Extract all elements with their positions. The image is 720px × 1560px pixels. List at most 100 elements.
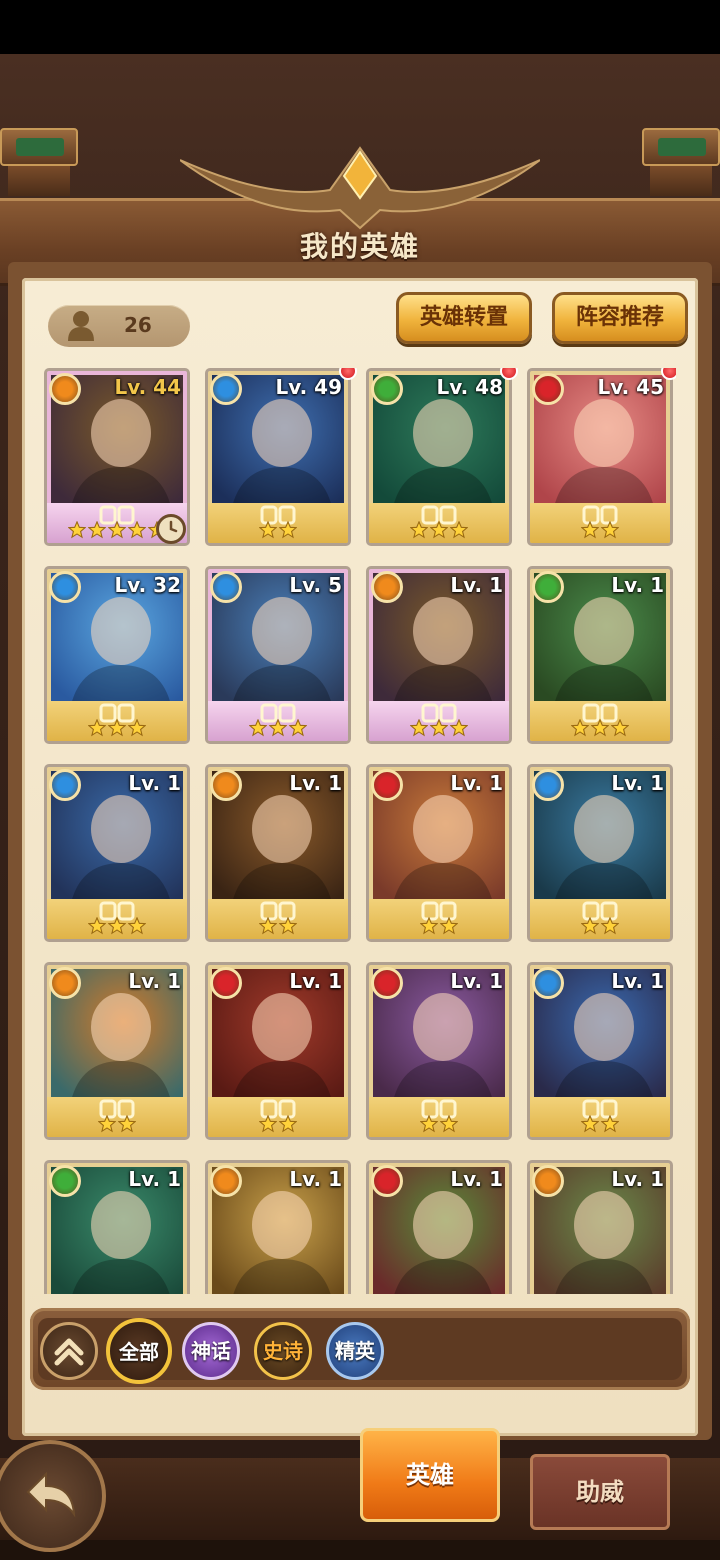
storm-element-icon xyxy=(371,1165,403,1197)
star-rating xyxy=(369,1114,509,1135)
star-icon xyxy=(419,916,439,935)
star-icon xyxy=(278,520,298,539)
crest-ornament-icon xyxy=(180,146,540,230)
star-rating xyxy=(47,916,187,937)
notification-dot xyxy=(500,368,518,380)
star-rating xyxy=(208,520,348,541)
star-icon xyxy=(87,718,107,737)
star-icon xyxy=(580,1114,600,1133)
hero-level: Lv. 1 xyxy=(289,771,342,795)
hero-card[interactable]: Lv. 1 xyxy=(44,962,190,1140)
back-arrow-icon xyxy=(26,1471,76,1518)
nature-element-icon xyxy=(532,571,564,603)
tab-hero[interactable]: 英雄 xyxy=(360,1428,500,1522)
hero-grid: Lv. 44 Lv. 49 Lv. 48 Lv. 45 Lv. 32 Lv. 5 Lv. 1… xyxy=(44,368,676,1294)
hero-card[interactable]: Lv. 49 xyxy=(205,368,351,546)
hero-card[interactable]: Lv. 48 xyxy=(366,368,512,546)
storm-element-icon xyxy=(532,373,564,405)
star-icon xyxy=(258,1114,278,1133)
fire-element-icon xyxy=(532,1165,564,1197)
star-rating xyxy=(369,916,509,937)
fire-element-icon xyxy=(371,571,403,603)
fire-element-icon xyxy=(49,967,81,999)
fire-element-icon xyxy=(210,1165,242,1197)
hero-card[interactable]: Lv. 1 xyxy=(527,566,673,744)
star-icon xyxy=(580,916,600,935)
star-rating xyxy=(47,718,187,739)
hero-level: Lv. 1 xyxy=(611,771,664,795)
water-element-icon xyxy=(532,967,564,999)
star-icon xyxy=(248,718,268,737)
star-rating xyxy=(208,916,348,937)
nature-element-icon xyxy=(371,373,403,405)
hero-card[interactable]: Lv. 1 xyxy=(44,1160,190,1294)
star-icon xyxy=(600,520,620,539)
star-icon xyxy=(107,520,127,539)
clock-icon xyxy=(156,514,186,544)
filter-all-button[interactable]: 全部 xyxy=(106,1318,172,1384)
star-rating xyxy=(530,718,670,739)
star-icon xyxy=(419,1114,439,1133)
star-icon xyxy=(429,718,449,737)
bottom-strip xyxy=(0,1540,720,1560)
filter-epic-button[interactable]: 史诗 xyxy=(254,1322,312,1380)
notification-dot xyxy=(339,368,357,380)
collapse-button[interactable] xyxy=(40,1322,98,1380)
hero-card[interactable]: Lv. 1 xyxy=(366,764,512,942)
water-element-icon xyxy=(532,769,564,801)
star-icon xyxy=(97,1114,117,1133)
tab-cheer[interactable]: 助威 xyxy=(530,1454,670,1530)
page-title: 我的英雄 xyxy=(299,230,420,263)
storm-element-icon xyxy=(371,967,403,999)
hero-level: Lv. 5 xyxy=(289,573,342,597)
water-element-icon xyxy=(210,373,242,405)
hero-count-badge xyxy=(48,305,190,347)
status-bar xyxy=(0,0,720,54)
back-button[interactable] xyxy=(0,1440,106,1552)
star-icon xyxy=(87,916,107,935)
lineup-recommend-button[interactable]: 阵容推荐 xyxy=(552,292,688,344)
star-rating xyxy=(369,718,509,739)
left-pillar-decoration xyxy=(0,128,78,198)
hero-card[interactable]: Lv. 1 xyxy=(205,764,351,942)
star-icon xyxy=(409,718,429,737)
filter-mythic-button[interactable]: 神话 xyxy=(182,1322,240,1380)
hero-card[interactable]: Lv. 1 xyxy=(366,962,512,1140)
hero-card[interactable]: Lv. 1 xyxy=(366,1160,512,1294)
hero-card[interactable]: Lv. 1 xyxy=(205,1160,351,1294)
star-icon xyxy=(87,520,107,539)
hero-card[interactable]: Lv. 1 xyxy=(366,566,512,744)
hero-transfer-button[interactable]: 英雄转置 xyxy=(396,292,532,344)
hero-card[interactable]: Lv. 32 xyxy=(44,566,190,744)
hero-level: Lv. 1 xyxy=(450,771,503,795)
star-icon xyxy=(117,1114,137,1133)
hero-count-value: 26 xyxy=(124,313,152,337)
star-icon xyxy=(439,916,459,935)
hero-card[interactable]: Lv. 1 xyxy=(44,764,190,942)
hero-card[interactable]: Lv. 1 xyxy=(527,1160,673,1294)
hero-card[interactable]: Lv. 1 xyxy=(527,764,673,942)
star-icon xyxy=(600,916,620,935)
star-rating xyxy=(208,718,348,739)
filter-elite-button[interactable]: 精英 xyxy=(326,1322,384,1380)
water-element-icon xyxy=(49,769,81,801)
double-chevron-up-icon xyxy=(54,1338,84,1366)
star-icon xyxy=(268,718,288,737)
star-icon xyxy=(449,520,469,539)
hero-card[interactable]: Lv. 1 xyxy=(527,962,673,1140)
hero-level: Lv. 48 xyxy=(436,375,503,399)
hero-level: Lv. 45 xyxy=(597,375,664,399)
hero-card[interactable]: Lv. 1 xyxy=(205,962,351,1140)
star-icon xyxy=(127,520,147,539)
nature-element-icon xyxy=(49,1165,81,1197)
storm-element-icon xyxy=(371,769,403,801)
star-rating xyxy=(208,1114,348,1135)
star-icon xyxy=(127,718,147,737)
hero-level: Lv. 1 xyxy=(450,573,503,597)
hero-level: Lv. 1 xyxy=(128,969,181,993)
hero-card[interactable]: Lv. 45 xyxy=(527,368,673,546)
star-icon xyxy=(439,1114,459,1133)
star-icon xyxy=(258,916,278,935)
star-icon xyxy=(429,520,449,539)
hero-card[interactable]: Lv. 5 xyxy=(205,566,351,744)
